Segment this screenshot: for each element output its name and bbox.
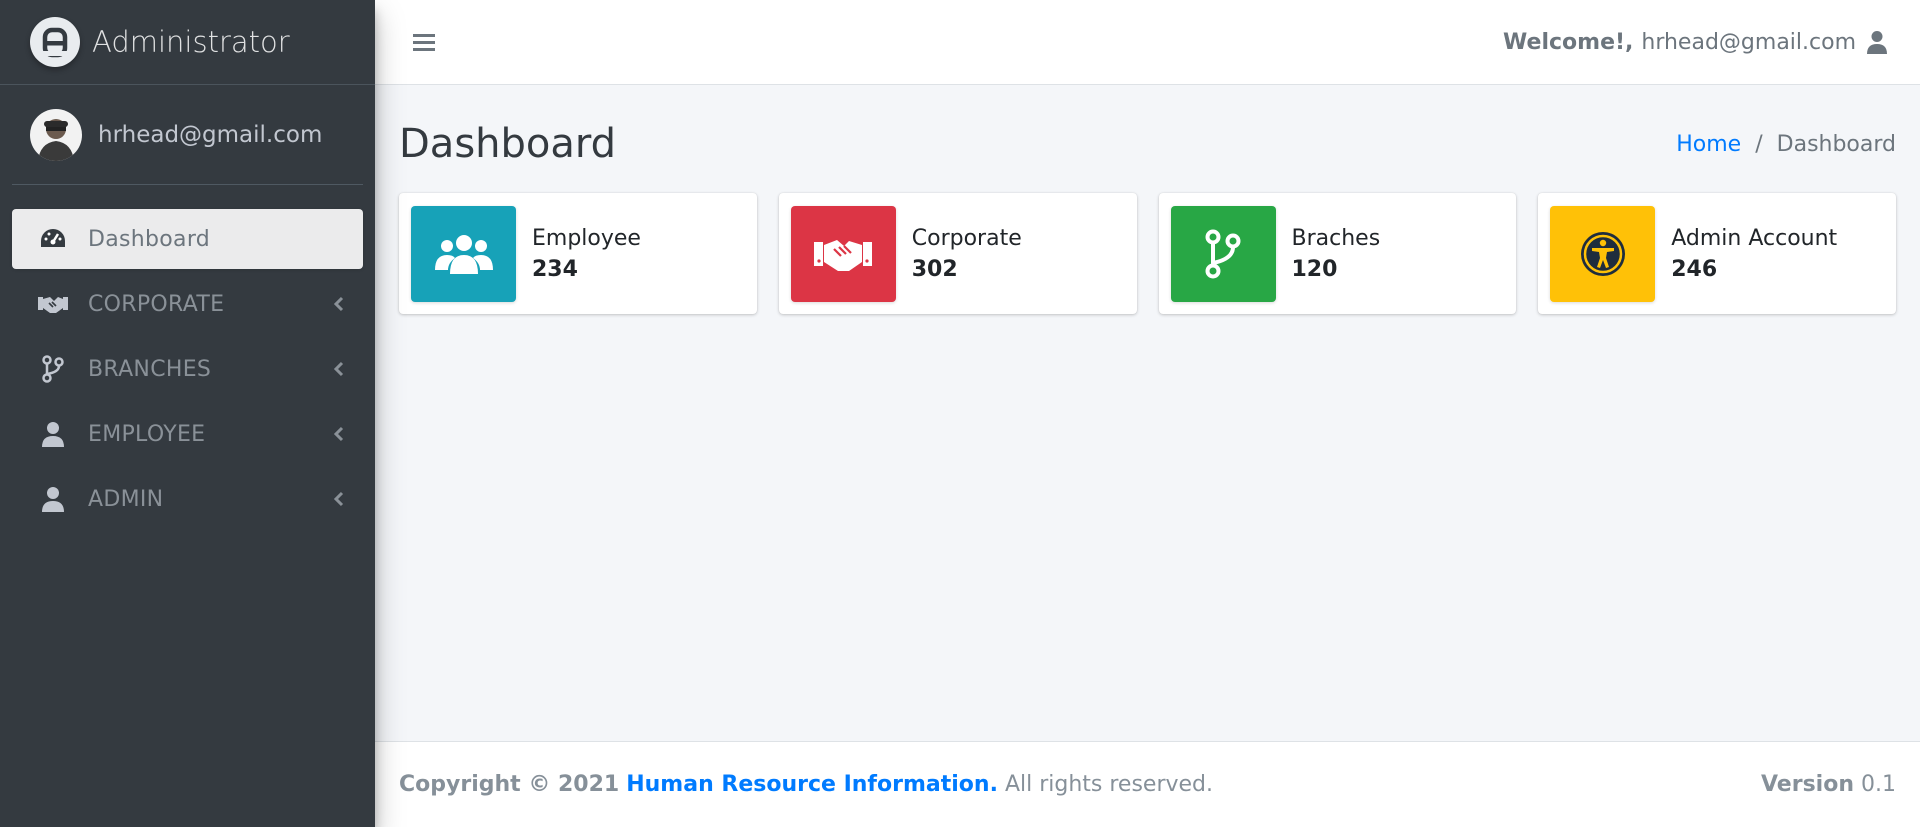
chevron-left-icon: [329, 424, 349, 444]
version-number: 0.1: [1861, 772, 1896, 797]
sidebar-item-admin[interactable]: ADMIN: [12, 469, 363, 529]
card-value: 234: [532, 256, 578, 282]
handshake-icon: [790, 205, 896, 302]
user-icon: [1864, 29, 1890, 55]
breadcrumb-separator: /: [1755, 131, 1763, 157]
chevron-left-icon: [329, 294, 349, 314]
content-header: Dashboard Home / Dashboard: [399, 85, 1896, 193]
footer-copyright: Copyright © 2021 Human Resource Informat…: [399, 772, 1213, 797]
topbar-user-email: hrhead@gmail.com: [1641, 29, 1856, 55]
user-icon: [38, 484, 68, 514]
code-branch-icon: [38, 354, 68, 384]
user-panel[interactable]: hrhead@gmail.com: [12, 85, 363, 185]
card-label: Employee: [532, 225, 641, 251]
chevron-left-icon: [329, 359, 349, 379]
sidebar-item-label: ADMIN: [88, 486, 164, 512]
rights-text: All rights reserved.: [1004, 772, 1214, 797]
card-text: Employee 234: [532, 226, 641, 282]
user-menu[interactable]: Welcome!, hrhead@gmail.com: [1503, 29, 1890, 55]
copyright-text: Copyright © 2021: [399, 772, 620, 797]
sidebar-item-label: EMPLOYEE: [88, 421, 206, 447]
card-value: 302: [911, 256, 958, 282]
stat-card-branches[interactable]: Braches 120: [1158, 193, 1517, 314]
main-content: Dashboard Home / Dashboard Employee 234: [375, 85, 1920, 741]
handshake-icon: [38, 289, 68, 319]
brand-title: Administrator: [92, 25, 290, 59]
tachometer-icon: [38, 224, 68, 254]
chevron-left-icon: [329, 489, 349, 509]
sidebar-item-corporate[interactable]: CORPORATE: [12, 274, 363, 334]
sidebar-nav: Dashboard CORPORATE BRANCHES EMPLOYEE AD…: [0, 209, 375, 529]
card-label: Admin Account: [1671, 225, 1838, 251]
sidebar-item-label: Dashboard: [88, 226, 211, 252]
sidebar-item-branches[interactable]: BRANCHES: [12, 339, 363, 399]
page-title: Dashboard: [399, 121, 617, 167]
hamburger-menu-icon[interactable]: [409, 27, 439, 57]
stat-card-employee[interactable]: Employee 234: [399, 193, 757, 314]
card-label: Braches: [1291, 225, 1381, 251]
sidebar-item-dashboard[interactable]: Dashboard: [12, 209, 363, 269]
sidebar-item-label: BRANCHES: [88, 356, 212, 382]
sidebar-item-label: CORPORATE: [88, 291, 225, 317]
company-link[interactable]: Human Resource Information.: [626, 772, 998, 797]
universal-access-icon: [1550, 205, 1656, 302]
brand-link[interactable]: Administrator: [0, 0, 375, 85]
users-icon: [411, 205, 516, 302]
topbar: Welcome!, hrhead@gmail.com: [375, 0, 1920, 85]
footer: Copyright © 2021 Human Resource Informat…: [375, 741, 1920, 827]
sidebar: Administrator hrhead@gmail.com Dashboard…: [0, 0, 375, 827]
avatar: [30, 108, 82, 161]
card-label: Corporate: [911, 225, 1022, 251]
footer-version: Version 0.1: [1761, 772, 1896, 797]
card-text: Braches 120: [1292, 226, 1381, 282]
sidebar-item-employee[interactable]: EMPLOYEE: [12, 404, 363, 464]
welcome-text: Welcome!,: [1503, 29, 1634, 55]
breadcrumb-home-link[interactable]: Home: [1676, 132, 1741, 157]
card-text: Admin Account 246: [1671, 226, 1837, 282]
card-value: 246: [1671, 256, 1718, 282]
version-label: Version: [1760, 772, 1854, 797]
user-email: hrhead@gmail.com: [98, 121, 323, 148]
stat-card-admin-account[interactable]: Admin Account 246: [1538, 193, 1896, 314]
stat-cards: Employee 234 Corporate 302 Braches 120 A…: [399, 193, 1896, 314]
breadcrumb-current: Dashboard: [1776, 131, 1896, 157]
user-icon: [38, 419, 68, 449]
card-value: 120: [1291, 256, 1338, 282]
breadcrumb: Home / Dashboard: [1676, 132, 1896, 157]
stat-card-corporate[interactable]: Corporate 302: [778, 193, 1137, 314]
code-branch-icon: [1170, 205, 1276, 302]
brand-logo-icon: [30, 17, 80, 67]
card-text: Corporate 302: [912, 226, 1022, 282]
